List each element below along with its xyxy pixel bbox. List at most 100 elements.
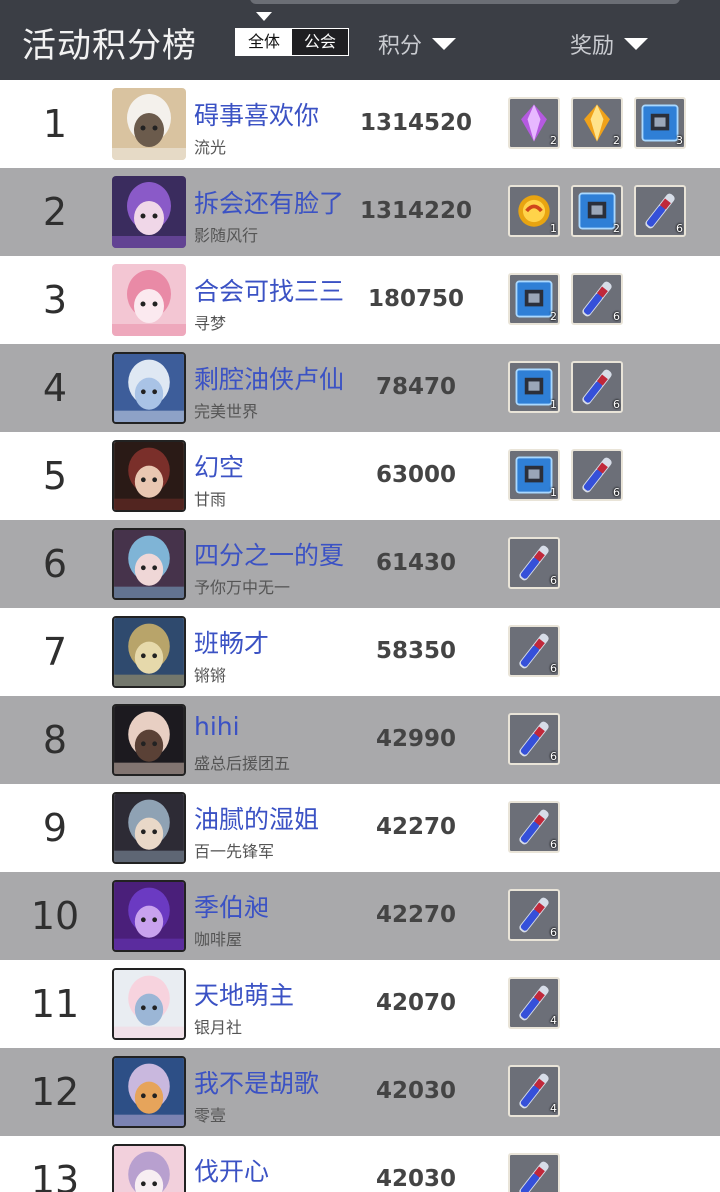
player-name[interactable]: hihi xyxy=(194,712,240,741)
reward-list: 16 xyxy=(508,361,634,415)
ornate-avatar[interactable] xyxy=(112,616,186,688)
guild-name: 完美世界 xyxy=(194,402,259,421)
potion-vial-icon[interactable]: 6 xyxy=(634,185,686,237)
leaderboard-row[interactable]: 8 hihi 盛总后援团五 42990 6 xyxy=(0,696,720,784)
player-name[interactable]: 我不是胡歌 xyxy=(194,1064,319,1100)
reward-list: 2 2 3 xyxy=(508,97,697,151)
cat-avatar[interactable] xyxy=(112,88,186,160)
player-name[interactable]: 碍事喜欢你 xyxy=(194,96,319,132)
player-name[interactable]: 伐开心 xyxy=(194,1152,269,1188)
score-value: 42030 xyxy=(375,1078,457,1104)
potion-vial-icon[interactable]: 6 xyxy=(571,449,623,501)
silver-hair-avatar[interactable] xyxy=(112,968,186,1040)
armor-avatar[interactable] xyxy=(112,1056,186,1128)
score-column-sort[interactable]: 积分 xyxy=(378,28,457,60)
rank-number: 8 xyxy=(42,718,68,762)
score-value: 42030 xyxy=(375,1166,457,1192)
scope-toggle[interactable]: 全体 公会 xyxy=(235,28,349,56)
dark-hair-avatar[interactable] xyxy=(112,704,186,776)
reward-list: 16 xyxy=(508,449,634,503)
reward-column-label: 奖励 xyxy=(570,34,615,59)
reward-count: 6 xyxy=(550,926,557,939)
potion-vial-icon[interactable]: 6 xyxy=(571,273,623,325)
leaderboard-row[interactable]: 3 合会可找三三 寻梦 180750 2 6 xyxy=(0,256,720,344)
reward-count: 6 xyxy=(550,574,557,587)
potion-vial-icon[interactable]: 6 xyxy=(508,889,560,941)
brown-hair-avatar[interactable] xyxy=(112,528,186,600)
purple-hair-avatar[interactable] xyxy=(112,176,186,248)
rank-number: 6 xyxy=(42,542,68,586)
potion-vial-icon[interactable]: 4 xyxy=(508,1065,560,1117)
leaderboard-row[interactable]: 7 班畅才 锵锵 58350 6 xyxy=(0,608,720,696)
player-name[interactable]: 剩腔油侠卢仙 xyxy=(194,360,344,396)
reward-count: 6 xyxy=(676,222,683,235)
sort-caret-icon xyxy=(624,38,649,50)
toggle-guild[interactable]: 公会 xyxy=(292,29,348,55)
rank-number: 10 xyxy=(30,894,80,938)
gold-crystal-icon[interactable]: 2 xyxy=(571,97,623,149)
pink-cat-avatar[interactable] xyxy=(112,1144,186,1192)
leaderboard-row[interactable]: 10 季伯昶 咖啡屋 42270 6 xyxy=(0,872,720,960)
white-hair-avatar[interactable] xyxy=(112,352,186,424)
guild-name: 银月社 xyxy=(194,1018,243,1037)
purple-crystal-icon[interactable]: 2 xyxy=(508,97,560,149)
reward-list: 4 xyxy=(508,1065,571,1119)
player-name[interactable]: 季伯昶 xyxy=(194,888,269,924)
guild-name: 影随风行 xyxy=(194,226,259,245)
reward-count: 6 xyxy=(613,310,620,323)
player-name[interactable]: 天地萌主 xyxy=(194,976,294,1012)
rank-number: 12 xyxy=(30,1070,80,1114)
player-name[interactable]: 幻空 xyxy=(194,448,244,484)
gold-orb-icon[interactable]: 1 xyxy=(508,185,560,237)
bangs-avatar[interactable] xyxy=(112,792,186,864)
leaderboard-row[interactable]: 12 我不是胡歌零壹 42030 4 xyxy=(0,1048,720,1136)
leaderboard-row[interactable]: 1 碍事喜欢你 流光 1314520 2 2 3 xyxy=(0,80,720,168)
player-name[interactable]: 合会可找三三 xyxy=(194,272,344,308)
reward-count: 6 xyxy=(550,662,557,675)
leaderboard-list[interactable]: 1 碍事喜欢你 流光 1314520 2 2 3 2 拆会还有脸了 影随风行 1314220 1 2 6 3… xyxy=(0,80,720,1192)
reward-count: 2 xyxy=(550,310,557,323)
blue-chip-icon[interactable]: 1 xyxy=(508,449,560,501)
leaderboard-row[interactable]: 6 四分之一的夏 予你万中无一 61430 6 xyxy=(0,520,720,608)
reward-column-sort[interactable]: 奖励 xyxy=(570,28,649,60)
reward-list: 6 xyxy=(508,625,571,679)
reward-list: 6 xyxy=(508,713,571,767)
leaderboard-row[interactable]: 11 天地萌主 银月社 42070 4 xyxy=(0,960,720,1048)
toggle-all[interactable]: 全体 xyxy=(236,29,292,55)
leaderboard-row[interactable]: 9 油腻的湿姐 百一先锋军 42270 6 xyxy=(0,784,720,872)
potion-vial-icon[interactable]: 6 xyxy=(508,713,560,765)
score-column-label: 积分 xyxy=(378,34,423,59)
violet-avatar[interactable] xyxy=(112,880,186,952)
potion-vial-icon[interactable]: 6 xyxy=(571,361,623,413)
reward-list: 6 xyxy=(508,801,571,855)
player-name[interactable]: 班畅才 xyxy=(194,624,269,660)
guild-name: 流光 xyxy=(194,138,227,157)
potion-vial-icon[interactable] xyxy=(508,1153,560,1192)
score-value: 42270 xyxy=(375,814,457,840)
leaderboard-row[interactable]: 13 伐开心 42030 xyxy=(0,1136,720,1192)
player-name[interactable]: 四分之一的夏 xyxy=(194,536,344,572)
blue-chip-icon[interactable]: 1 xyxy=(508,361,560,413)
leaderboard-row[interactable]: 2 拆会还有脸了 影随风行 1314220 1 2 6 xyxy=(0,168,720,256)
player-name[interactable]: 拆会还有脸了 xyxy=(194,184,344,220)
pink-hair-avatar[interactable] xyxy=(112,264,186,336)
score-value: 1314220 xyxy=(359,198,473,224)
potion-vial-icon[interactable]: 6 xyxy=(508,625,560,677)
guild-name: 予你万中无一 xyxy=(194,578,291,597)
leaderboard-row[interactable]: 4 剩腔油侠卢仙 完美世界 78470 1 6 xyxy=(0,344,720,432)
guild-name: 零壹 xyxy=(194,1106,227,1125)
rank-number: 2 xyxy=(42,190,68,234)
blue-chip-icon[interactable]: 2 xyxy=(508,273,560,325)
reward-count: 6 xyxy=(613,398,620,411)
leaderboard-row[interactable]: 5 幻空 甘雨 63000 1 6 xyxy=(0,432,720,520)
player-name[interactable]: 油腻的湿姐 xyxy=(194,800,319,836)
fox-ears-avatar[interactable] xyxy=(112,440,186,512)
potion-vial-icon[interactable]: 6 xyxy=(508,537,560,589)
guild-name: 百一先锋军 xyxy=(194,842,275,861)
score-value: 42990 xyxy=(375,726,457,752)
potion-vial-icon[interactable]: 6 xyxy=(508,801,560,853)
rank-number: 13 xyxy=(30,1158,80,1192)
blue-chip-icon[interactable]: 3 xyxy=(634,97,686,149)
blue-chip-icon[interactable]: 2 xyxy=(571,185,623,237)
potion-vial-icon[interactable]: 4 xyxy=(508,977,560,1029)
